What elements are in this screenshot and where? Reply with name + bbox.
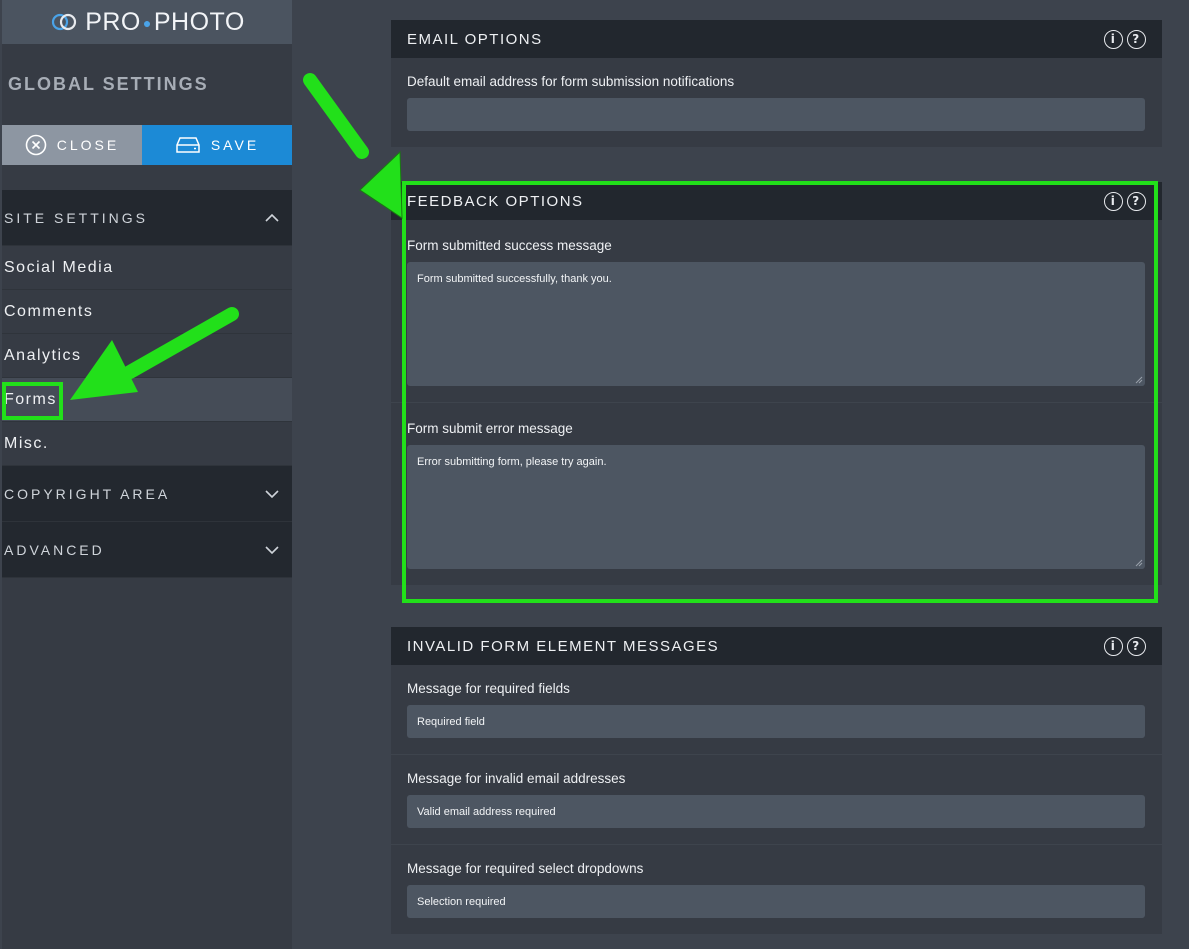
default-email-field[interactable]: [407, 98, 1145, 131]
settings-sidebar: PRO ●PHOTO GLOBAL SETTINGS CLOSE SAVE SIT…: [2, 0, 292, 949]
section-advanced-label: ADVANCED: [4, 541, 105, 558]
section-advanced[interactable]: ADVANCED: [2, 522, 292, 578]
email-options-panel: EMAIL OPTIONS i ? Default email address …: [391, 20, 1162, 147]
save-button[interactable]: SAVE: [142, 125, 292, 165]
sidebar-item-analytics[interactable]: Analytics: [2, 334, 292, 378]
close-button-label: CLOSE: [56, 137, 120, 153]
required-select-input[interactable]: Selection required: [407, 885, 1145, 918]
panel-title: INVALID FORM ELEMENT MESSAGES: [407, 637, 720, 655]
sidebar-item-social-media[interactable]: Social Media: [2, 246, 292, 290]
arrow-to-feedback: [303, 73, 403, 219]
required-fields-input[interactable]: Required field: [407, 705, 1145, 738]
error-message-field[interactable]: Error submitting form, please try again.: [407, 445, 1145, 569]
resize-handle-icon[interactable]: [1135, 559, 1143, 567]
success-message-field[interactable]: Form submitted successfully, thank you.: [407, 262, 1145, 386]
invalid-messages-panel: INVALID FORM ELEMENT MESSAGES i ? Messag…: [391, 627, 1162, 934]
error-message-label: Form submit error message: [407, 421, 573, 436]
section-copyright-area[interactable]: COPYRIGHT AREA: [2, 466, 292, 522]
resize-handle-icon[interactable]: [1135, 376, 1143, 384]
invalid-email-label: Message for invalid email addresses: [407, 771, 626, 786]
sidebar-item-misc[interactable]: Misc.: [2, 422, 292, 466]
save-button-label: SAVE: [210, 137, 260, 153]
info-icon[interactable]: i: [1104, 29, 1123, 49]
panel-title: FEEDBACK OPTIONS: [407, 192, 584, 210]
drive-icon: [176, 137, 200, 153]
close-circle-icon: [25, 134, 47, 156]
help-icon[interactable]: ?: [1127, 636, 1146, 656]
default-email-label: Default email address for form submissio…: [407, 74, 735, 89]
help-icon[interactable]: ?: [1127, 191, 1146, 211]
prophoto-logo-icon: [52, 13, 77, 31]
help-icon[interactable]: ?: [1127, 29, 1146, 49]
close-button[interactable]: CLOSE: [2, 125, 142, 165]
section-site-settings-label: SITE SETTINGS: [4, 209, 149, 226]
chevron-up-icon: [265, 213, 279, 222]
info-icon[interactable]: i: [1104, 191, 1123, 211]
section-site-settings[interactable]: SITE SETTINGS: [2, 190, 292, 246]
invalid-email-input[interactable]: Valid email address required: [407, 795, 1145, 828]
feedback-options-panel: FEEDBACK OPTIONS i ? Form submitted succ…: [391, 182, 1162, 585]
logo: PRO ●PHOTO: [2, 0, 292, 44]
sidebar-title: GLOBAL SETTINGS: [8, 74, 209, 94]
info-icon[interactable]: i: [1104, 636, 1123, 656]
sidebar-item-comments[interactable]: Comments: [2, 290, 292, 334]
logo-text: PRO ●PHOTO: [85, 7, 245, 36]
panel-title: EMAIL OPTIONS: [407, 30, 543, 48]
chevron-down-icon: [265, 489, 279, 498]
success-message-value: Form submitted successfully, thank you.: [417, 273, 612, 285]
required-select-label: Message for required select dropdowns: [407, 861, 644, 876]
section-copyright-label: COPYRIGHT AREA: [4, 485, 171, 502]
chevron-down-icon: [265, 545, 279, 554]
sidebar-item-forms[interactable]: Forms: [2, 378, 292, 422]
required-fields-label: Message for required fields: [407, 681, 570, 696]
error-message-value: Error submitting form, please try again.: [417, 456, 607, 468]
success-message-label: Form submitted success message: [407, 238, 612, 253]
